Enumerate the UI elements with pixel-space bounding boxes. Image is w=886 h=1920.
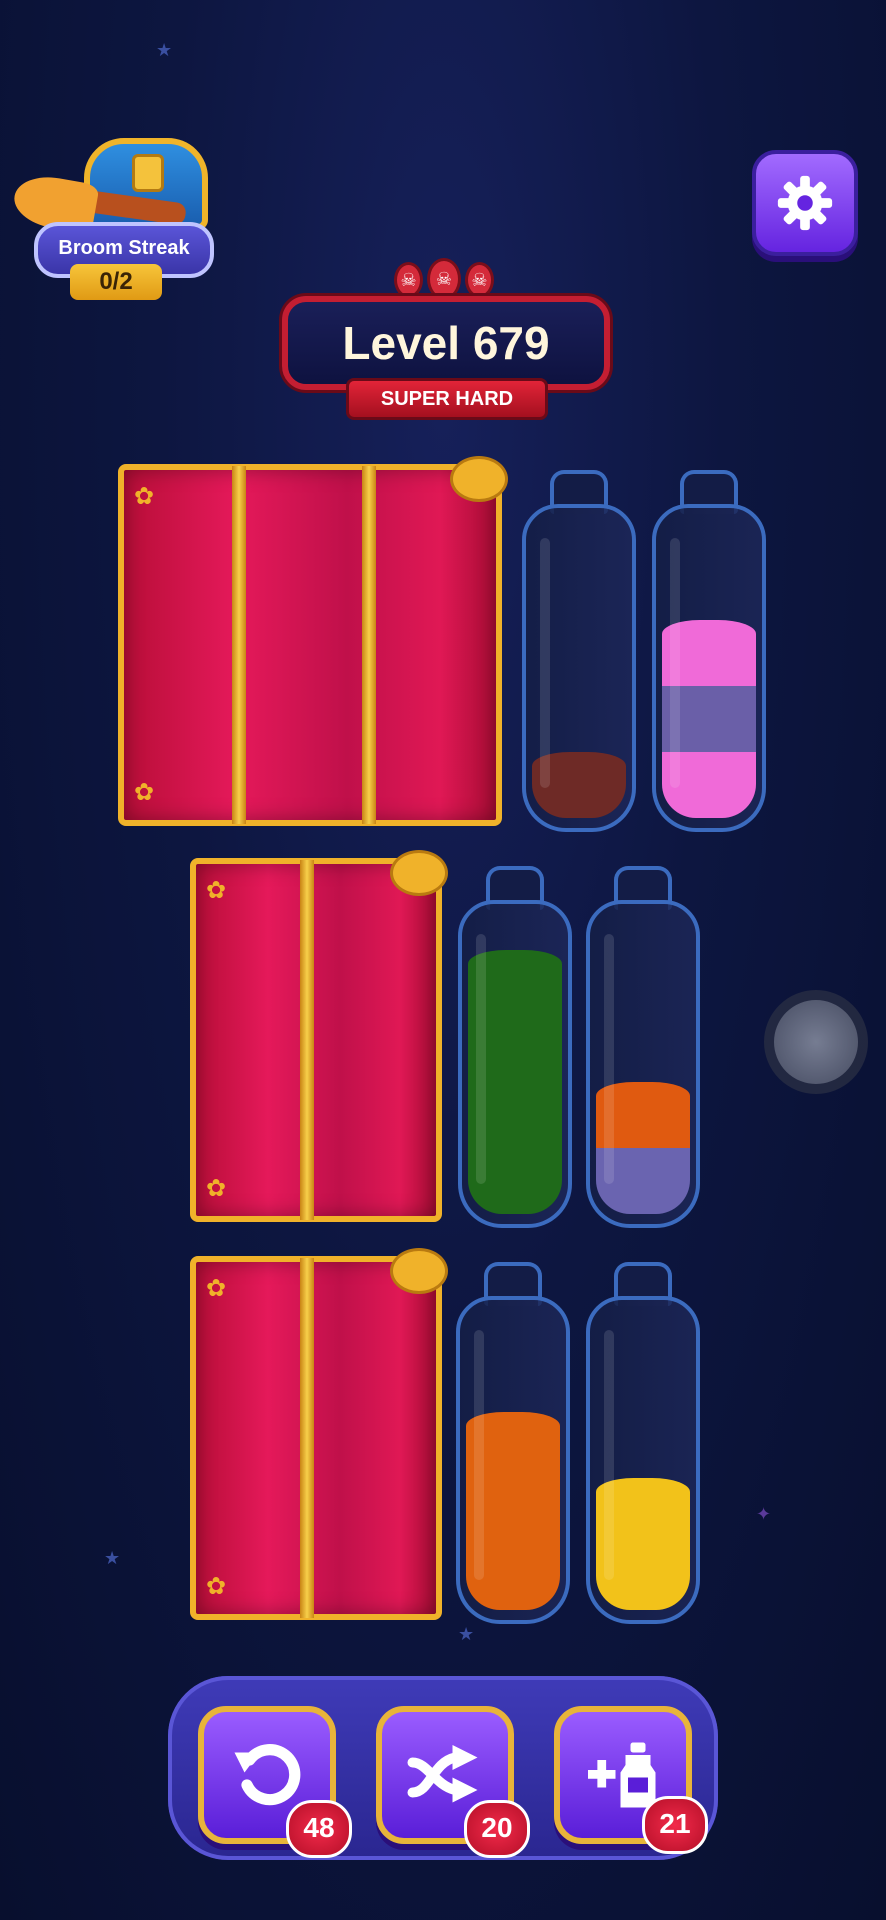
liquid-bottle[interactable] [456, 1296, 570, 1624]
curtain-rod [300, 860, 314, 1220]
swap-arrows-icon [407, 1745, 478, 1803]
liquid-bottle[interactable] [522, 504, 636, 832]
undo-icon [234, 1744, 301, 1806]
star-decoration: ✦ [756, 1504, 772, 1524]
glass-shine [670, 538, 680, 788]
settings-button[interactable] [752, 150, 858, 256]
liquid-bottle[interactable] [586, 1296, 700, 1624]
glass-shine [604, 1330, 614, 1580]
swap-count-badge: 20 [464, 1800, 530, 1858]
swap-button[interactable]: 20 [376, 1706, 530, 1858]
skull-icon: ☠ [427, 258, 461, 300]
level-title: Level 679 [282, 296, 610, 390]
hidden-bottles-curtain[interactable]: ✿ ✿ [190, 850, 448, 1222]
scroll-curl-icon [390, 1248, 448, 1294]
touch-indicator [764, 990, 868, 1094]
skull-icon: ☠ [394, 262, 424, 298]
star-decoration: ★ [104, 1548, 121, 1568]
curtain-rod [362, 466, 376, 824]
star-decoration: ★ [156, 40, 173, 60]
undo-button[interactable]: 48 [198, 1706, 352, 1858]
gear-icon [777, 175, 833, 231]
add-bottle-count-badge: 21 [642, 1796, 708, 1854]
star-decoration: ★ [458, 1624, 475, 1644]
liquid-bottle[interactable] [652, 504, 766, 832]
flower-ornament-icon: ✿ [134, 483, 155, 510]
glass-shine [604, 934, 614, 1184]
flower-ornament-icon: ✿ [206, 1275, 227, 1302]
level-header: ☠ ☠ ☠ Level 679 SUPER HARD [282, 258, 610, 422]
curtain-rod [300, 1258, 314, 1618]
streak-count: 0/2 [70, 264, 162, 300]
flower-ornament-icon: ✿ [206, 1573, 227, 1600]
glass-shine [476, 934, 486, 1184]
skull-icon: ☠ [464, 262, 494, 298]
lock-icon [132, 154, 164, 192]
add-bottle-button[interactable]: 21 [554, 1706, 708, 1854]
scroll-curl-icon [450, 456, 508, 502]
hidden-bottles-curtain[interactable]: ✿ ✿ [190, 1248, 448, 1620]
undo-count-badge: 48 [286, 1800, 352, 1858]
flower-ornament-icon: ✿ [206, 1175, 227, 1202]
flower-ornament-icon: ✿ [206, 877, 227, 904]
glass-shine [474, 1330, 484, 1580]
difficulty-label: SUPER HARD [346, 378, 548, 420]
curtain-rod [232, 466, 246, 824]
glass-shine [540, 538, 550, 788]
liquid-bottle[interactable] [458, 900, 572, 1228]
broom-streak-widget[interactable]: Broom Streak 0/2 [10, 118, 214, 303]
flower-ornament-icon: ✿ [134, 779, 155, 806]
scroll-curl-icon [390, 850, 448, 896]
action-bar: 48 20 21 [168, 1676, 718, 1860]
liquid-bottle[interactable] [586, 900, 700, 1228]
hidden-bottles-curtain[interactable]: ✿ ✿ [118, 456, 508, 826]
